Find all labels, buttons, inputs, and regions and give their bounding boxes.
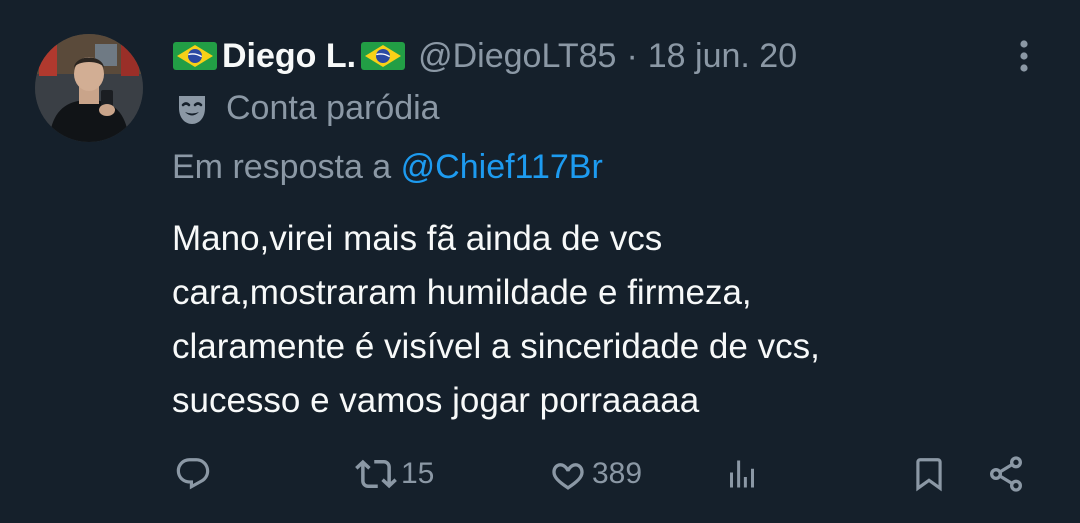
bookmark-button[interactable] [910,446,948,502]
brazil-flag-icon [360,40,406,72]
tweet-text-line: sucesso e vamos jogar porraaaaa [172,381,700,420]
brazil-flag-icon [172,40,218,72]
like-count: 389 [592,457,643,490]
header-separator: · [626,36,638,75]
reply-prefix: Em resposta a [172,148,392,186]
views-button[interactable] [724,446,760,502]
like-button[interactable]: 389 [548,446,642,502]
reply-button[interactable] [174,446,216,502]
parody-account-label: Conta paródia [172,86,440,130]
tweet-action-bar: 15 389 [0,446,1080,502]
more-vertical-icon [1020,40,1028,72]
avatar[interactable] [35,34,143,142]
retweet-count: 15 [401,457,435,490]
theater-mask-icon [179,96,205,124]
tweet-text-line: claramente é visível a sinceridade de vc… [172,327,820,366]
tweet-text-line: cara,mostraram humildade e firmeza, [172,273,752,312]
tweet-body: Mano,virei mais fã ainda de vcs cara,mos… [172,212,1032,428]
tweet-date[interactable]: 18 jun. 20 [648,37,797,76]
parody-label-text: Conta paródia [226,88,440,127]
bookmark-icon [916,458,942,492]
tweet-header: Diego L. @DiegoLT85 · 18 jun. 20 [172,34,797,78]
author-handle[interactable]: @DiegoLT85 [418,37,616,76]
author-display-name[interactable]: Diego L. [222,37,356,76]
more-options-button[interactable] [1006,36,1042,76]
bar-chart-icon [730,460,754,488]
reply-context: Em resposta a @Chief117Br [172,148,603,187]
reply-mention-link[interactable]: @Chief117Br [401,148,603,186]
heart-icon [552,463,584,490]
retweet-button[interactable]: 15 [355,446,434,502]
retweet-icon [355,459,397,489]
share-icon [990,456,1022,492]
share-button[interactable] [986,446,1026,502]
avatar-photo [35,34,143,142]
reply-icon [176,458,210,490]
tweet-text-line: Mano,virei mais fã ainda de vcs [172,219,663,258]
